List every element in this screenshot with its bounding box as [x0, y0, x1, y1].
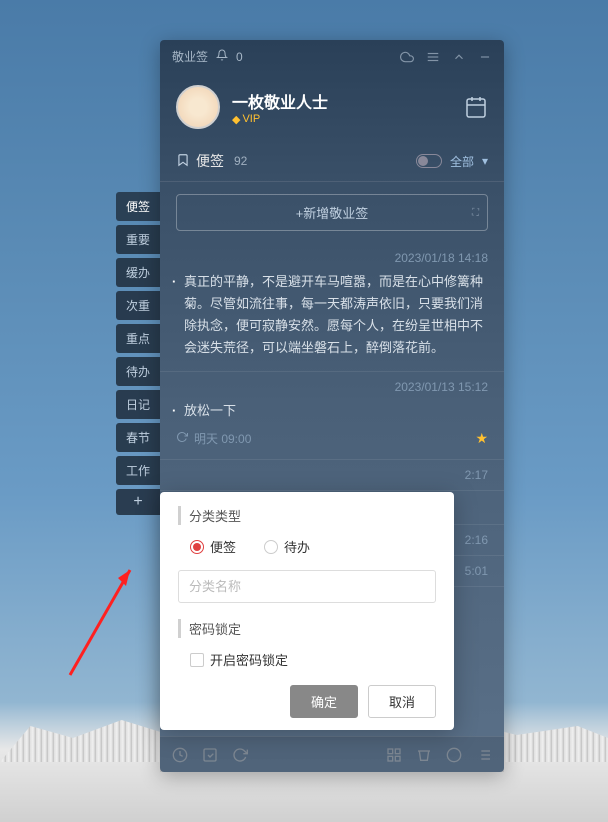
cancel-button[interactable]: 取消	[368, 685, 436, 718]
category-name-input[interactable]	[178, 570, 436, 603]
note-item[interactable]: 2023/01/13 15:12 放松一下 明天 09:00 ★	[160, 372, 504, 460]
reminder-time: 明天 09:00	[194, 430, 251, 447]
note-item[interactable]: 2023/01/18 14:18 真正的平静，不是避开车马喧嚣，而是在心中修篱种…	[160, 243, 504, 372]
checkbox-icon[interactable]	[202, 747, 218, 763]
radio-circle	[264, 540, 278, 554]
bookmark-icon	[176, 153, 190, 170]
item-time: 5:01	[465, 564, 488, 578]
password-lock-label: 密码锁定	[178, 619, 436, 638]
chevron-down-icon[interactable]: ▾	[482, 154, 488, 168]
side-tab-list: 便签 重要 缓办 次重 重点 待办 日记 春节 工作 +	[116, 192, 160, 515]
bottom-toolbar	[160, 736, 504, 772]
item-time: 2:16	[465, 533, 488, 547]
side-tab-work[interactable]: 工作	[116, 456, 160, 485]
trash-icon[interactable]	[416, 747, 432, 763]
notification-count: 0	[236, 50, 243, 64]
cloud-sync-icon[interactable]	[400, 50, 414, 64]
list-icon[interactable]	[476, 747, 492, 763]
note-content: 放松一下	[176, 400, 488, 422]
bell-icon[interactable]	[216, 49, 228, 64]
ok-button[interactable]: 确定	[290, 685, 358, 718]
menu-icon[interactable]	[426, 50, 440, 64]
radio-group: 便签 待办	[178, 537, 436, 556]
side-tab-defer[interactable]: 缓办	[116, 258, 160, 287]
app-name: 敬业签	[172, 48, 208, 65]
star-icon[interactable]: ★	[475, 430, 488, 447]
note-date: 2023/01/13 15:12	[176, 380, 488, 394]
titlebar: 敬业签 0	[160, 40, 504, 73]
avatar[interactable]	[176, 85, 220, 129]
collapse-icon[interactable]	[452, 50, 466, 64]
side-tab-key[interactable]: 重点	[116, 324, 160, 353]
side-tab-second[interactable]: 次重	[116, 291, 160, 320]
username: 一枚敬业人士	[232, 89, 328, 113]
item-time: 2:17	[465, 468, 488, 482]
radio-circle-selected	[190, 540, 204, 554]
section-header: 便签 92 全部 ▾	[160, 141, 504, 182]
side-tab-todo[interactable]: 待办	[116, 357, 160, 386]
repeat-icon	[176, 431, 188, 446]
category-type-label: 分类类型	[178, 506, 436, 525]
dialog-buttons: 确定 取消	[178, 685, 436, 718]
radio-todo[interactable]: 待办	[264, 537, 310, 556]
side-tab-diary[interactable]: 日记	[116, 390, 160, 419]
grid-icon[interactable]	[386, 747, 402, 763]
side-tab-spring[interactable]: 春节	[116, 423, 160, 452]
side-tab-add[interactable]: +	[116, 489, 160, 515]
side-tab-important[interactable]: 重要	[116, 225, 160, 254]
reminder-row: 明天 09:00 ★	[176, 430, 488, 447]
filter-label[interactable]: 全部	[450, 153, 474, 170]
annotation-arrow	[60, 560, 140, 680]
note-content: 真正的平静，不是避开车马喧嚣，而是在心中修篱种菊。尽管如流往事，每一天都涛声依旧…	[176, 271, 488, 359]
note-date: 2023/01/18 14:18	[176, 251, 488, 265]
time-icon[interactable]	[446, 747, 462, 763]
profile-section: 一枚敬业人士 ◆ VIP	[160, 73, 504, 141]
radio-note[interactable]: 便签	[190, 537, 236, 556]
vip-badge: ◆ VIP	[232, 113, 328, 126]
checkbox-box	[190, 653, 204, 667]
add-note-button[interactable]: +新增敬业签 ⛶	[176, 194, 488, 231]
section-title: 便签	[196, 151, 224, 171]
diamond-icon: ◆	[232, 113, 240, 126]
section-count: 92	[234, 154, 247, 168]
side-tab-notes[interactable]: 便签	[116, 192, 160, 221]
clock-icon[interactable]	[172, 747, 188, 763]
category-dialog: 分类类型 便签 待办 密码锁定 开启密码锁定 确定 取消	[160, 492, 454, 730]
expand-icon: ⛶	[472, 207, 479, 218]
list-item[interactable]: 2:17	[160, 460, 504, 491]
calendar-icon[interactable]	[464, 95, 488, 119]
refresh-icon[interactable]	[232, 747, 248, 763]
toggle-switch[interactable]	[416, 154, 442, 168]
minimize-icon[interactable]	[478, 50, 492, 64]
enable-lock-checkbox[interactable]: 开启密码锁定	[178, 650, 436, 669]
